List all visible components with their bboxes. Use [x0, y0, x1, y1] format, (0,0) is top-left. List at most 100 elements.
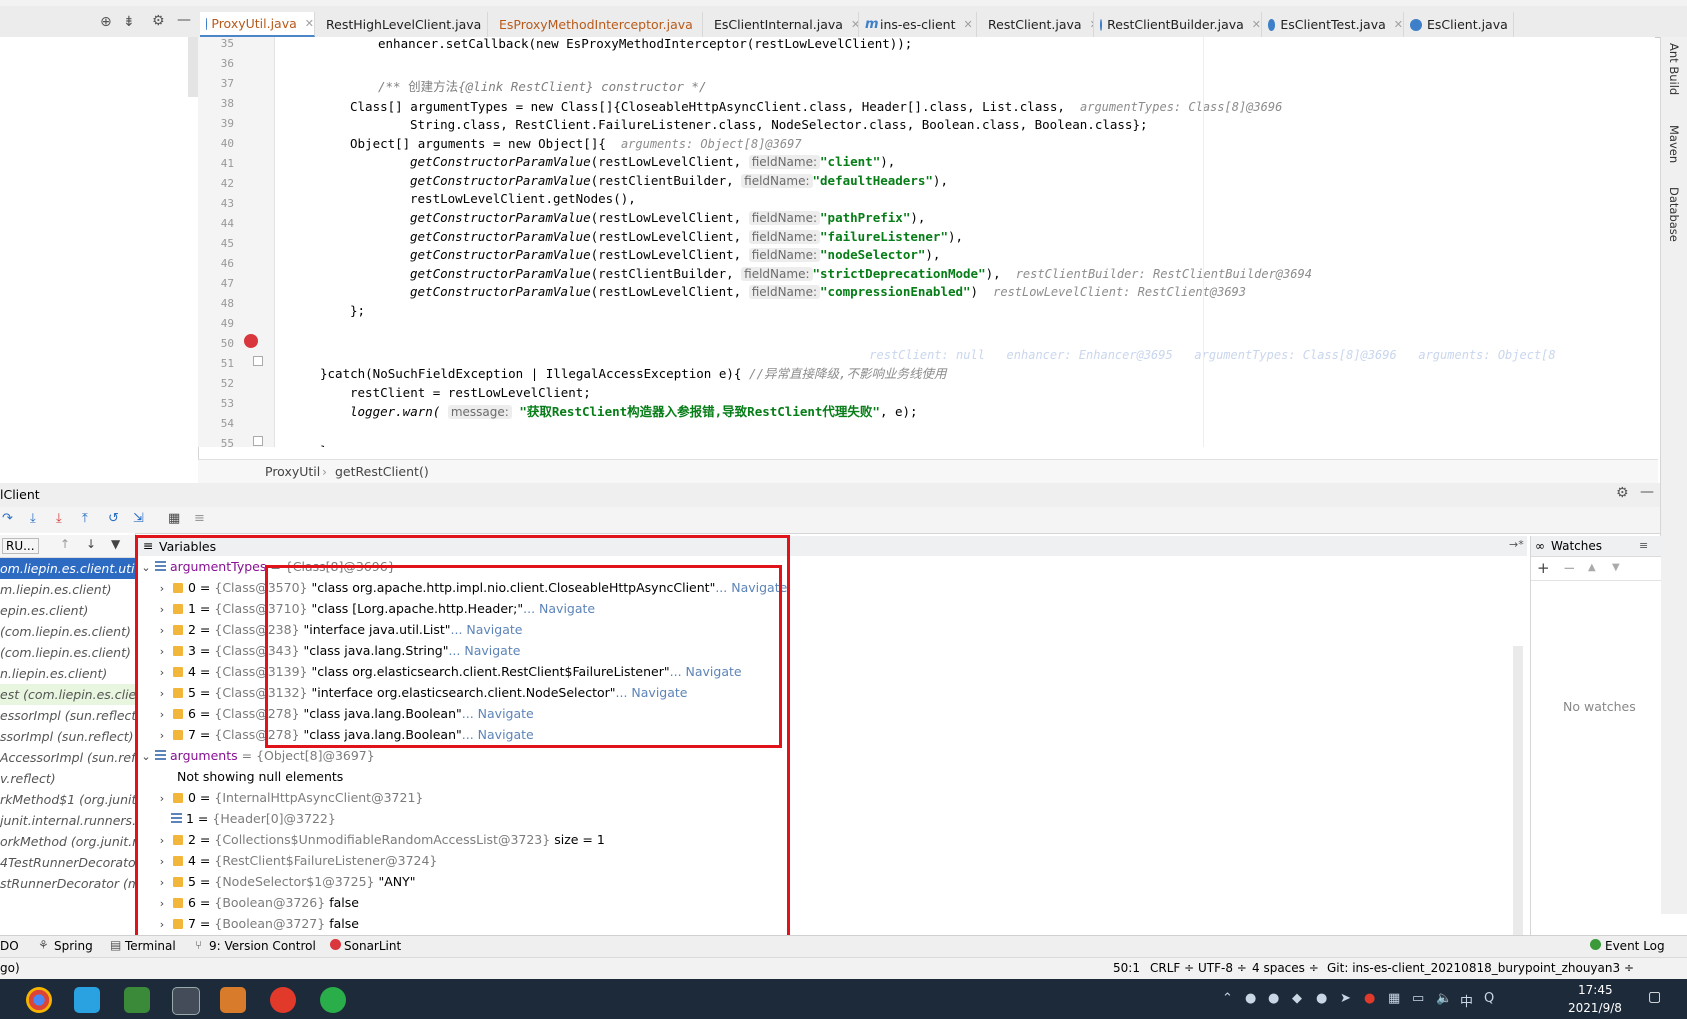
evaluate-expression-icon[interactable]: ▦ — [168, 511, 180, 526]
network-icon[interactable]: ▦ — [1388, 991, 1400, 1006]
ime-indicator[interactable]: 中 — [1460, 991, 1473, 1010]
tab-esclient[interactable]: EsClient.java — [1404, 12, 1514, 37]
line-separator[interactable]: CRLF ÷ — [1150, 961, 1194, 975]
frame-item[interactable]: epin.es.client) — [0, 600, 88, 621]
frame-item[interactable]: junit.internal.runners.m — [0, 810, 135, 831]
git-branch[interactable]: Git: ins-es-client_20210818_burypoint_zh… — [1327, 961, 1634, 975]
step-into-icon[interactable]: ⤓ — [30, 511, 36, 526]
gear-icon[interactable]: ⚙ — [1616, 485, 1629, 501]
frame-item[interactable]: v.reflect) — [0, 768, 56, 789]
close-icon[interactable]: ✕ — [305, 17, 314, 30]
frame-item[interactable]: (com.liepin.es.client) — [0, 642, 131, 663]
close-icon[interactable]: ✕ — [1394, 18, 1403, 31]
sonarlint-tab[interactable]: SonarLint — [344, 939, 401, 953]
tab-esclienttest[interactable]: EsClientTest.java ✕ — [1262, 12, 1404, 37]
fold-icon[interactable] — [253, 356, 263, 366]
target-icon[interactable]: ⊕ — [100, 14, 112, 30]
wechat-icon[interactable] — [320, 987, 346, 1013]
line-number: 52 — [220, 377, 234, 390]
frame-item[interactable]: n.liepin.es.client) — [0, 663, 107, 684]
close-icon[interactable]: ✕ — [1252, 18, 1261, 31]
project-scrollbar[interactable] — [188, 37, 198, 97]
tray-arrow-icon[interactable]: ⌃ — [1222, 991, 1233, 1006]
force-step-into-icon[interactable]: ⤓ — [56, 511, 62, 526]
event-log-tab[interactable]: Event Log — [1605, 939, 1665, 953]
down-icon[interactable]: ▼ — [1612, 562, 1620, 573]
clock-date[interactable]: 2021/9/8 — [1568, 1001, 1622, 1015]
minimize-icon[interactable]: — — [177, 12, 191, 28]
run-to-cursor-icon[interactable]: ⇲ — [133, 511, 144, 526]
shield-icon[interactable]: ◆ — [1292, 991, 1302, 1006]
indent-setting[interactable]: 4 spaces ÷ — [1252, 961, 1319, 975]
frame-item[interactable]: (com.liepin.es.client) — [0, 621, 131, 642]
drop-frame-icon[interactable]: ↺ — [108, 511, 119, 526]
editor-app-icon[interactable] — [124, 987, 150, 1013]
breadcrumb-method[interactable]: getRestClient() — [335, 464, 429, 479]
trace-icon[interactable]: ≡ — [194, 511, 205, 526]
notification-icon[interactable]: ▢ — [1648, 989, 1661, 1005]
intellij-icon[interactable] — [172, 987, 200, 1015]
frame-item[interactable]: ssorImpl (sun.reflect) — [0, 726, 134, 747]
frame-item[interactable]: est (com.liepin.es.client) — [0, 684, 135, 705]
chrome-icon[interactable] — [26, 987, 52, 1013]
tab-restclient[interactable]: RestClient.java✕ — [977, 12, 1094, 37]
minimize-icon[interactable]: — — [1640, 484, 1654, 500]
tab-proxyutil[interactable]: ProxyUtil.java ✕ — [200, 12, 315, 37]
maven-tab[interactable]: Maven — [1667, 125, 1681, 163]
tab-esclientinternal[interactable]: EsClientInternal.java✕ — [703, 12, 859, 37]
send-icon[interactable]: ➤ — [1340, 991, 1351, 1006]
frame-item[interactable]: rkMethod$1 (org.junit.r — [0, 789, 135, 810]
clock-time[interactable]: 17:45 — [1578, 983, 1613, 997]
up-arrow-icon[interactable]: ↑ — [60, 537, 70, 551]
down-arrow-icon[interactable]: ↓ — [86, 537, 96, 551]
debug-session-tab[interactable]: lClient — [0, 487, 40, 502]
add-icon[interactable]: + — [1537, 559, 1550, 577]
variables-scrollbar[interactable] — [1513, 646, 1523, 935]
frame-item[interactable]: stRunnerDecorator (mo — [0, 873, 135, 894]
tab-esproxymethodinterceptor[interactable]: EsProxyMethodInterceptor.java✕ — [488, 12, 703, 37]
frame-item[interactable]: essorImpl (sun.reflect) — [0, 705, 135, 726]
cursor-position[interactable]: 50:1 — [1113, 961, 1140, 975]
wechat-tray-icon[interactable]: ● — [1268, 991, 1279, 1006]
frame-item[interactable]: orkMethod (org.junit.ru — [0, 831, 135, 852]
tab-ins-es-client[interactable]: m ins-es-client ✕ — [859, 12, 977, 37]
collapse-icon[interactable]: ⇟ — [123, 14, 135, 30]
gear-icon[interactable]: ⚙ — [152, 13, 165, 29]
qq-icon[interactable]: Q — [1484, 991, 1494, 1006]
bluetooth-icon[interactable]: ● — [1245, 991, 1256, 1006]
thread-selector[interactable]: RU... — [2, 538, 39, 554]
browser-icon[interactable] — [270, 987, 296, 1013]
speaker-icon[interactable]: 🔈 — [1436, 991, 1452, 1006]
terminal-tab[interactable]: Terminal — [125, 939, 176, 953]
frame-item[interactable]: om.liepin.es.client.util) — [0, 558, 135, 579]
tab-restclientbuilder[interactable]: RestClientBuilder.java ✕ — [1094, 12, 1262, 37]
up-icon[interactable]: ▲ — [1588, 562, 1596, 573]
telegram-icon[interactable] — [74, 987, 100, 1013]
close-icon[interactable]: ✕ — [963, 18, 972, 31]
spring-tab[interactable]: Spring — [54, 939, 93, 953]
todo-tab[interactable]: DO — [0, 939, 19, 953]
code-editor[interactable]: enhancer.setCallback(new EsProxyMethodIn… — [275, 37, 1655, 447]
ant-build-tab[interactable]: Ant Build — [1667, 43, 1681, 95]
file-encoding[interactable]: UTF-8 ÷ — [1198, 961, 1247, 975]
sync-icon[interactable]: ● — [1364, 991, 1375, 1006]
remove-icon[interactable]: − — [1563, 559, 1576, 577]
version-control-tab[interactable]: 9: Version Control — [209, 939, 316, 953]
step-over-icon[interactable]: ↷ — [2, 511, 13, 526]
frame-item[interactable]: 4TestRunnerDecorator — [0, 852, 135, 873]
frame-item[interactable]: m.liepin.es.client) — [0, 579, 111, 600]
database-tab[interactable]: Database — [1667, 187, 1681, 242]
pin-icon[interactable]: →* — [1509, 538, 1524, 551]
filter-icon[interactable]: ▼ — [111, 537, 120, 551]
tab-resthighlevelclient[interactable]: RestHighLevelClient.java✕ — [315, 12, 488, 37]
step-out-icon[interactable]: ⤒ — [82, 511, 88, 526]
app-tray-icon[interactable]: ● — [1316, 991, 1327, 1006]
fold-icon[interactable] — [253, 436, 263, 446]
breadcrumb-class[interactable]: ProxyUtil — [265, 464, 320, 479]
keyboard-icon[interactable]: ▭ — [1412, 991, 1424, 1006]
sourcetree-icon[interactable] — [220, 987, 246, 1013]
layout-icon[interactable]: ≡ — [1639, 539, 1648, 552]
breakpoint-icon[interactable] — [244, 334, 258, 348]
close-icon[interactable]: ✕ — [851, 18, 858, 31]
frame-item[interactable]: AccessorImpl (sun.refle — [0, 747, 135, 768]
